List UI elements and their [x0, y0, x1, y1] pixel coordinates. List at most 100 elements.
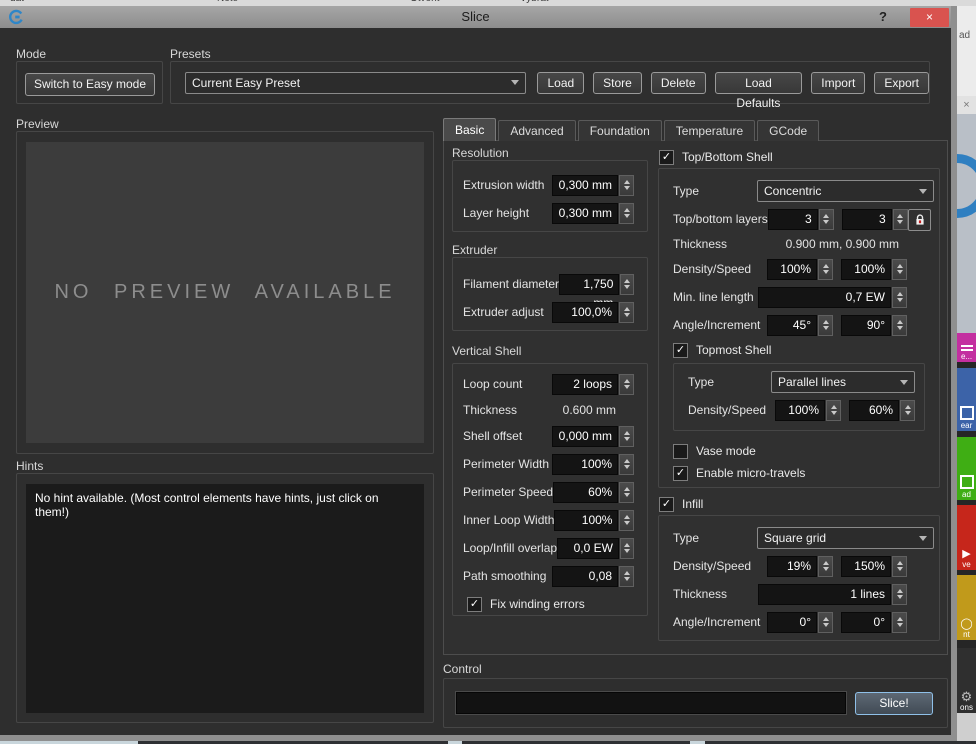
settings-tabbar: Basic Advanced Foundation Temperature GC… [443, 119, 821, 141]
infill-thickness-input[interactable]: 1 lines [758, 584, 891, 605]
spin-buttons[interactable] [892, 315, 907, 336]
spin-buttons[interactable] [818, 612, 833, 633]
folder-icon [960, 475, 974, 489]
layers-lock-button[interactable] [908, 209, 931, 231]
spin-buttons[interactable] [619, 175, 634, 196]
lines-icon [961, 344, 973, 353]
extruder-adjust-input[interactable]: 100,0% [552, 302, 618, 323]
close-button[interactable]: × [910, 8, 949, 27]
toolbar-load-icon[interactable]: ad [957, 437, 976, 500]
topmost-speed-input[interactable]: 60% [849, 400, 899, 421]
infill-increment-input[interactable]: 0° [841, 612, 891, 633]
extruder-label: Extruder [452, 243, 497, 257]
spin-buttons[interactable] [619, 510, 634, 531]
topmost-shell-checkbox[interactable] [673, 343, 688, 358]
vase-mode-checkbox[interactable] [673, 444, 688, 459]
infill-density-input[interactable]: 19% [767, 556, 817, 577]
toolbar-print-icon[interactable]: ◯ nt [957, 575, 976, 640]
tab-gcode[interactable]: GCode [757, 120, 819, 141]
perimeter-width-input[interactable]: 100% [552, 454, 618, 475]
inner-loop-width-input[interactable]: 100% [554, 510, 618, 531]
help-button[interactable]: ? [873, 6, 893, 28]
field-label: Angle/Increment [673, 615, 767, 629]
preview-label: Preview [16, 117, 59, 131]
micro-travels-checkbox[interactable] [673, 466, 688, 481]
spin-buttons[interactable] [892, 259, 907, 280]
spin-buttons[interactable] [619, 302, 634, 323]
spin-buttons[interactable] [619, 203, 634, 224]
spin-buttons[interactable] [892, 612, 907, 633]
delete-button[interactable]: Delete [651, 72, 706, 94]
load-defaults-button[interactable]: Load Defaults [715, 72, 803, 94]
spin-buttons[interactable] [892, 584, 907, 605]
spin-buttons[interactable] [620, 538, 634, 559]
preset-dropdown[interactable]: Current Easy Preset [185, 72, 526, 94]
spin-buttons[interactable] [893, 209, 908, 230]
spin-buttons[interactable] [818, 259, 833, 280]
bottom-layers-input[interactable]: 3 [842, 209, 892, 230]
perimeter-speed-input[interactable]: 60% [553, 482, 618, 503]
field-row: Type Parallel lines [674, 368, 924, 396]
layer-height-input[interactable]: 0,300 mm [552, 203, 618, 224]
spin-buttons[interactable] [619, 566, 634, 587]
tab-temperature[interactable]: Temperature [664, 120, 755, 141]
tbs-density-input[interactable]: 100% [767, 259, 817, 280]
top-layers-input[interactable]: 3 [768, 209, 818, 230]
tbs-angle-input[interactable]: 45° [767, 315, 817, 336]
infill-speed-input[interactable]: 150% [841, 556, 891, 577]
play-icon: ▶ [962, 549, 970, 560]
spin-buttons[interactable] [892, 287, 907, 308]
spin-buttons[interactable] [818, 315, 833, 336]
tab-advanced[interactable]: Advanced [498, 120, 575, 141]
infill-angle-input[interactable]: 0° [767, 612, 817, 633]
min-line-length-input[interactable]: 0,7 EW [758, 287, 891, 308]
store-button[interactable]: Store [593, 72, 642, 94]
filament-diameter-input[interactable]: 1,750 mm [559, 274, 619, 295]
infill-checkbox[interactable] [659, 497, 674, 512]
spin-buttons[interactable] [892, 556, 907, 577]
topmost-type-dropdown[interactable]: Parallel lines [771, 371, 915, 393]
export-button[interactable]: Export [874, 72, 929, 94]
spin-buttons[interactable] [900, 400, 915, 421]
spin-buttons[interactable] [619, 482, 634, 503]
field-label: Extruder adjust [463, 305, 552, 319]
toolbar-save-icon[interactable]: ▶ ve [957, 505, 976, 570]
topmost-density-input[interactable]: 100% [775, 400, 825, 421]
background-viewport [957, 114, 976, 333]
loop-count-input[interactable]: 2 loops [552, 374, 618, 395]
spin-buttons[interactable] [619, 426, 634, 447]
extrusion-width-input[interactable]: 0,300 mm [552, 175, 618, 196]
import-button[interactable]: Import [811, 72, 865, 94]
tbs-type-dropdown[interactable]: Concentric [757, 180, 934, 202]
toolbar-open-icon[interactable]: e... [957, 333, 976, 362]
infill-type-dropdown[interactable]: Square grid [757, 527, 934, 549]
slice-button[interactable]: Slice! [855, 692, 933, 715]
spin-buttons[interactable] [619, 454, 634, 475]
load-button[interactable]: Load [537, 72, 584, 94]
topmost-shell-group: Type Parallel lines Density/Speed 100% 6… [673, 363, 925, 431]
toolbar-clear-icon[interactable]: ear [957, 368, 976, 431]
toolbar-options-icon[interactable]: ⚙ ons [957, 648, 976, 713]
background-menu-item: dať [10, 0, 25, 4]
switch-easy-mode-button[interactable]: Switch to Easy mode [25, 73, 155, 96]
fix-winding-errors-checkbox[interactable] [467, 597, 482, 612]
screen: dať Note Otvoriť Vybrať Slice ? × Mode S… [0, 0, 976, 744]
spin-buttons[interactable] [620, 274, 634, 295]
spin-buttons[interactable] [818, 556, 833, 577]
spin-buttons[interactable] [619, 374, 634, 395]
micro-travels-row: Enable micro-travels [659, 462, 939, 484]
title-bar[interactable]: Slice ? × [0, 6, 951, 28]
tbs-increment-input[interactable]: 90° [841, 315, 891, 336]
preview-group: NO PREVIEW AVAILABLE [16, 131, 434, 454]
shell-offset-input[interactable]: 0,000 mm [552, 426, 618, 447]
top-bottom-shell-checkbox[interactable] [659, 150, 674, 165]
checkbox-label: Topmost Shell [696, 343, 771, 357]
tab-foundation[interactable]: Foundation [578, 120, 662, 141]
spin-buttons[interactable] [819, 209, 834, 230]
loop-infill-overlap-input[interactable]: 0,0 EW [557, 538, 619, 559]
tab-basic[interactable]: Basic [443, 118, 496, 141]
spin-buttons[interactable] [826, 400, 841, 421]
path-smoothing-input[interactable]: 0,08 [552, 566, 618, 587]
background-close-partial: × [957, 96, 976, 114]
tbs-speed-input[interactable]: 100% [841, 259, 891, 280]
